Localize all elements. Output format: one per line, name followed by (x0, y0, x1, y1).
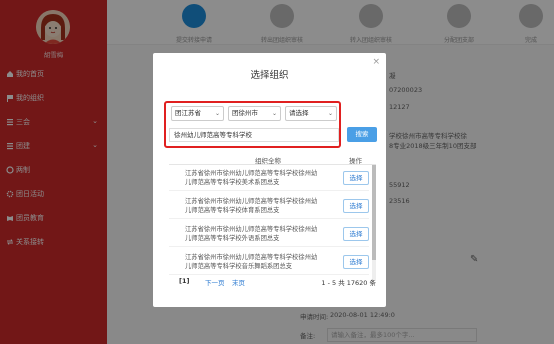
select-button[interactable]: 选择 (343, 255, 369, 269)
table-row: 江苏省徐州市徐州幼儿师范高等专科学校徐州幼儿师范高等专科学校美术系团总支 选择 (169, 167, 369, 191)
select-button[interactable]: 选择 (343, 171, 369, 185)
organization-name: 江苏省徐州市徐州幼儿师范高等专科学校徐州幼儿师范高等专科学校美术系团总支 (185, 170, 318, 186)
total-count: 1 - 5 共 17620 条 (321, 279, 376, 287)
column-header-name: 组织全称 (255, 157, 281, 165)
search-button[interactable]: 搜索 (347, 127, 377, 142)
table-row: 江苏省徐州市徐州幼儿师范高等专科学校徐州幼儿师范高等专科学校外语系团总支 选择 (169, 223, 369, 247)
close-icon[interactable]: × (372, 57, 380, 67)
column-header-action: 操作 (349, 157, 362, 165)
select-button[interactable]: 选择 (343, 199, 369, 213)
select-button[interactable]: 选择 (343, 227, 369, 241)
last-page-link[interactable]: 末页 (232, 277, 245, 287)
scrollbar-thumb[interactable] (372, 165, 376, 260)
organization-name: 江苏省徐州市徐州幼儿师范高等专科学校徐州幼儿师范高等专科学校体育系团总支 (185, 198, 318, 214)
organization-name: 江苏省徐州市徐州幼儿师范高等专科学校徐州幼儿师范高等专科学校音乐舞蹈系团总支 (185, 254, 318, 270)
current-page: [1] (179, 277, 190, 285)
table-header: 组织全称 操作 (169, 152, 376, 165)
table-row: 江苏省徐州市徐州幼儿师范高等专科学校徐州幼儿师范高等专科学校体育系团总支 选择 (169, 195, 369, 219)
highlight-box (164, 101, 341, 148)
select-organization-modal: × 选择组织 团江苏省 ⌄ 团徐州市 ⌄ 请选择 ⌄ 徐州幼儿师范高等专科学校 … (153, 53, 386, 307)
table-row: 江苏省徐州市徐州幼儿师范高等专科学校徐州幼儿师范高等专科学校音乐舞蹈系团总支 选… (169, 251, 369, 275)
next-page-link[interactable]: 下一页 (205, 277, 225, 287)
pagination: [1] 下一页 末页 1 - 5 共 17620 条 (169, 275, 376, 289)
organization-name: 江苏省徐州市徐州幼儿师范高等专科学校徐州幼儿师范高等专科学校外语系团总支 (185, 226, 318, 242)
modal-title: 选择组织 (250, 70, 289, 81)
table-scrollbar[interactable] (372, 165, 376, 281)
